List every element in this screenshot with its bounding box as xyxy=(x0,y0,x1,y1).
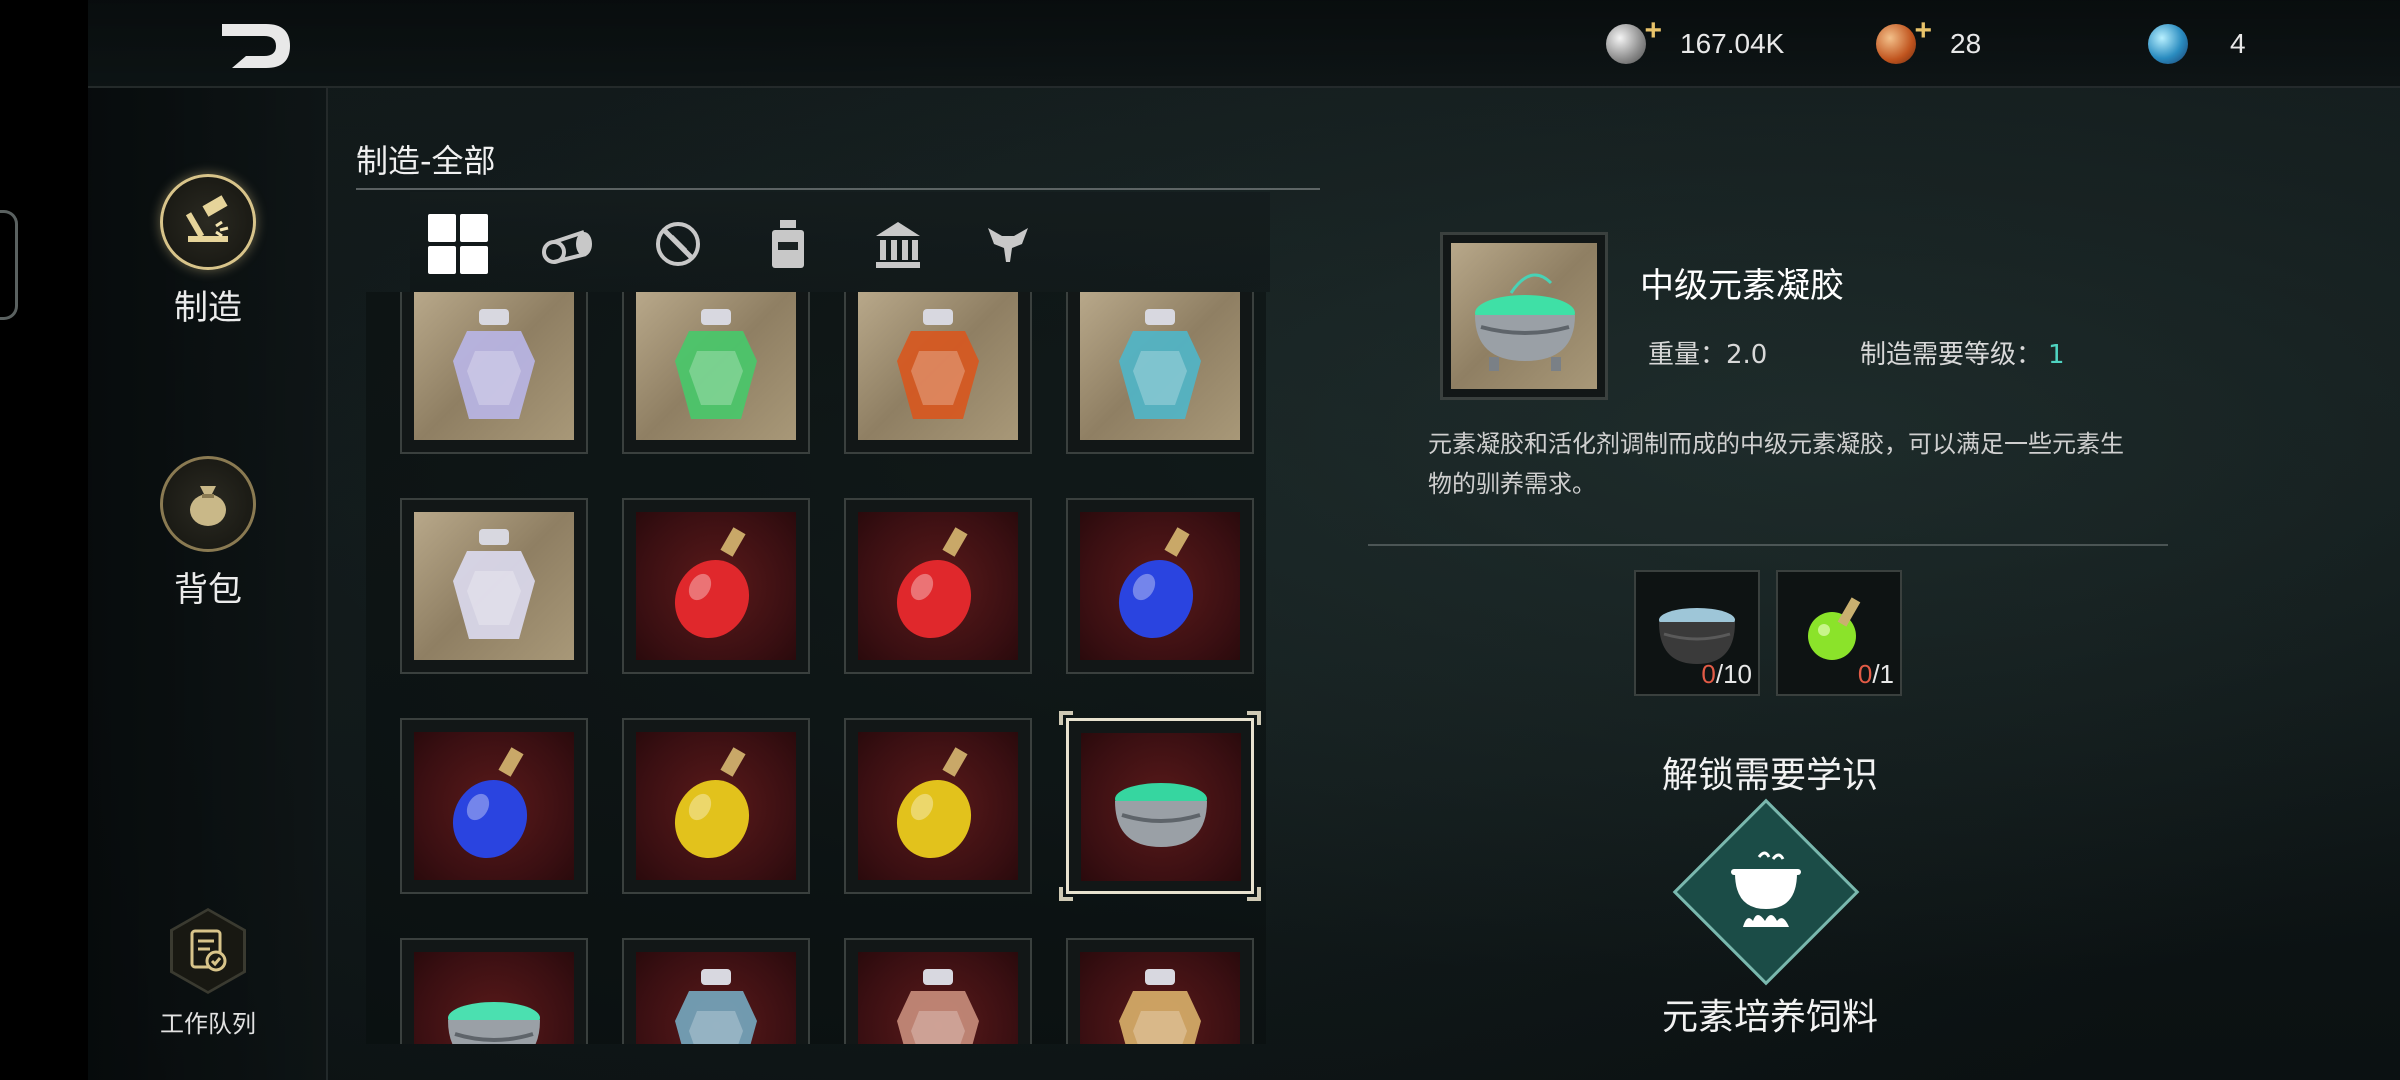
blue-potion-icon xyxy=(1080,512,1240,660)
equipment-no-icon xyxy=(656,222,700,266)
tab-creatures[interactable] xyxy=(976,212,1040,276)
gold-amount: 28 xyxy=(1950,28,1982,59)
recipe-cell[interactable] xyxy=(844,292,1032,454)
nav-item-backpack[interactable]: 背包 xyxy=(88,456,328,611)
queue-label: 工作队列 xyxy=(160,1010,256,1038)
detail-item-icon-frame xyxy=(1440,232,1608,400)
selection-corner xyxy=(1059,887,1073,901)
creature-icon xyxy=(988,228,1028,262)
level-label: 制造需要等级： xyxy=(1860,340,2043,370)
red-potion-icon xyxy=(636,512,796,660)
yellow-potion-icon xyxy=(636,732,796,880)
recipe-cell[interactable] xyxy=(1066,498,1254,674)
side-nav: 制造 背包 工作队列 xyxy=(88,88,328,1080)
add-icon[interactable]: + xyxy=(1644,14,1662,48)
green-gel-cauldron-icon xyxy=(1451,243,1597,389)
material-slot-1[interactable]: 0/10 xyxy=(1634,570,1760,696)
queue-list-icon xyxy=(173,911,243,991)
detail-divider xyxy=(1368,544,2168,546)
unlock-knowledge-name: 元素培养饲料 xyxy=(1661,997,1878,1038)
green-gel-pot-icon xyxy=(414,952,574,1044)
orb-amount: 4 xyxy=(2230,28,2246,59)
recipe-cell[interactable] xyxy=(400,938,588,1044)
teal-crown-bottle-icon xyxy=(1080,292,1240,440)
white-skull-bottle-icon xyxy=(414,512,574,660)
work-queue-button[interactable]: 工作队列 xyxy=(88,908,328,1058)
selection-corner xyxy=(1247,711,1261,725)
item-name: 中级元素凝胶 xyxy=(1640,266,1844,306)
screen-edge xyxy=(0,0,88,1080)
level-value: 1 xyxy=(2048,340,2065,370)
green-gel-cauldron-icon xyxy=(1081,733,1241,881)
gold-coin-icon: + xyxy=(1876,14,1932,64)
back-button[interactable] xyxy=(218,18,294,74)
selection-corner xyxy=(1059,711,1073,725)
currency-orb[interactable]: 4 xyxy=(2148,18,2246,70)
yellow-potion-icon xyxy=(858,732,1018,880)
silver-coin-icon: + xyxy=(1606,14,1662,64)
recipe-cell[interactable] xyxy=(1066,292,1254,454)
hex-frame xyxy=(170,908,246,994)
silver-bottle-icon xyxy=(414,292,574,440)
material-slot-2[interactable]: 0/1 xyxy=(1776,570,1902,696)
recipe-cell[interactable] xyxy=(400,498,588,674)
unlock-title: 解锁需要学识 xyxy=(1661,755,1878,796)
recipe-grid[interactable] xyxy=(366,292,1266,1044)
section-title: 制造-全部 xyxy=(356,142,496,180)
tab-materials[interactable] xyxy=(536,212,600,276)
item-required-level: 制造需要等级： 1 xyxy=(1860,334,2065,371)
nav-label-craft: 制造 xyxy=(174,288,242,328)
nav-label-backpack: 背包 xyxy=(174,570,242,610)
green-crown-bottle-icon xyxy=(636,292,796,440)
all-grid-icon xyxy=(428,214,488,274)
material-count: 0/10 xyxy=(1701,659,1752,689)
item-weight: 重量：2.0 xyxy=(1648,340,1768,370)
recipe-cell[interactable] xyxy=(844,718,1032,894)
red-potion-icon xyxy=(858,512,1018,660)
recipe-cell[interactable] xyxy=(622,498,810,674)
building-icon xyxy=(876,222,920,268)
blue-jar-icon xyxy=(636,952,796,1044)
red-jar-icon xyxy=(858,292,1018,440)
item-description: 元素凝胶和活化剂调制而成的中级元素凝胶，可以满足一些元素生物的驯养需求。 xyxy=(1428,430,2124,498)
recipe-cell[interactable] xyxy=(1059,711,1261,901)
add-icon[interactable]: + xyxy=(1914,14,1932,48)
cauldron-fire-icon xyxy=(1716,842,1816,942)
bag-icon xyxy=(160,456,256,552)
pink-jar-icon xyxy=(858,952,1018,1044)
tab-all[interactable] xyxy=(426,212,490,276)
recipe-cell[interactable] xyxy=(622,718,810,894)
tab-buildings[interactable] xyxy=(866,212,930,276)
title-divider xyxy=(356,188,1320,190)
materials-logs-icon xyxy=(542,230,592,264)
recipe-cell[interactable] xyxy=(400,718,588,894)
top-bar xyxy=(88,0,2400,88)
currency-gold[interactable]: + 28 xyxy=(1876,14,1982,70)
recipe-cell[interactable] xyxy=(622,292,810,454)
nav-item-craft[interactable]: 制造 xyxy=(88,174,328,329)
amber-jar-icon xyxy=(1080,952,1240,1044)
potion-bottle-icon xyxy=(772,220,804,268)
category-tab-bar xyxy=(410,192,1270,292)
silver-amount: 167.04K xyxy=(1680,28,1785,59)
tab-potions[interactable] xyxy=(756,212,820,276)
hammer-anvil-icon xyxy=(160,174,256,270)
tab-equipment[interactable] xyxy=(646,212,710,276)
recipe-cell[interactable] xyxy=(844,938,1032,1044)
material-count: 0/1 xyxy=(1857,659,1894,689)
currency-silver[interactable]: + 167.04K xyxy=(1606,14,1785,70)
recipe-cell[interactable] xyxy=(844,498,1032,674)
recipe-cell[interactable] xyxy=(400,292,588,454)
back-arrow-icon xyxy=(222,24,290,68)
blue-potion-icon xyxy=(414,732,574,880)
recipe-cell[interactable] xyxy=(622,938,810,1044)
blue-orb-icon xyxy=(2148,24,2188,64)
recipe-cell[interactable] xyxy=(1066,938,1254,1044)
edge-handle[interactable] xyxy=(0,210,18,320)
selection-corner xyxy=(1247,887,1261,901)
